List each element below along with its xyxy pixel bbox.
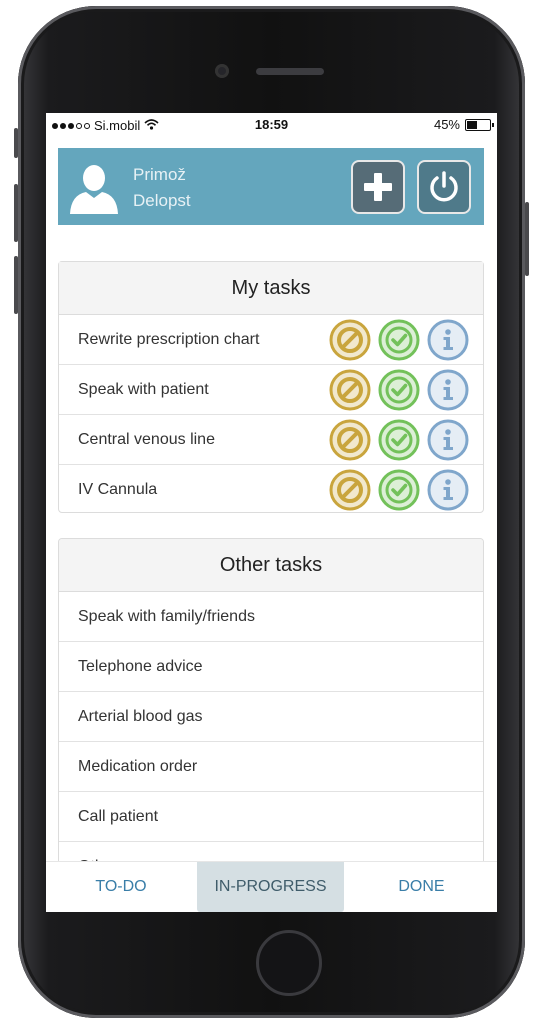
user-last-name: Delopst: [133, 191, 191, 210]
task-actions: [329, 369, 469, 416]
tab-bar: TO-DO IN-PROGRESS DONE: [46, 861, 497, 912]
add-task-button[interactable]: [351, 160, 405, 214]
tab-done[interactable]: DONE: [346, 862, 497, 912]
user-header: Primož Delopst: [58, 148, 484, 225]
task-actions: [329, 469, 469, 516]
home-button[interactable]: [256, 930, 322, 996]
my-tasks-panel: My tasks Rewrite prescription chart Spea…: [58, 261, 484, 513]
task-label: Medication order: [78, 757, 198, 775]
power-side-button: [525, 202, 529, 276]
task-label: IV Cannula: [78, 480, 158, 498]
status-bar: Si.mobil 18:59 45%: [46, 113, 497, 137]
task-actions: [329, 419, 469, 466]
task-label: Arterial blood gas: [78, 707, 203, 725]
my-task-row[interactable]: Speak with patient: [59, 365, 483, 415]
user-first-name: Primož: [133, 165, 186, 184]
my-tasks-title: My tasks: [59, 262, 483, 315]
battery-info: 45%: [433, 117, 494, 132]
check-icon[interactable]: [378, 419, 420, 466]
other-task-row[interactable]: Call patient: [59, 792, 483, 842]
my-task-row[interactable]: Central venous line: [59, 415, 483, 465]
check-icon[interactable]: [378, 319, 420, 366]
user-avatar-icon: [68, 162, 120, 214]
task-label: Speak with family/friends: [78, 607, 255, 625]
mute-switch: [14, 128, 18, 158]
info-icon[interactable]: [427, 369, 469, 416]
logout-button[interactable]: [417, 160, 471, 214]
battery-percent: 45%: [433, 117, 460, 132]
volume-down-button: [14, 256, 18, 314]
other-task-row[interactable]: Arterial blood gas: [59, 692, 483, 742]
other-task-row[interactable]: Speak with family/friends: [59, 592, 483, 642]
task-label: Rewrite prescription chart: [78, 330, 260, 348]
other-tasks-title: Other tasks: [59, 539, 483, 592]
check-icon[interactable]: [378, 369, 420, 416]
cancel-icon[interactable]: [329, 469, 371, 516]
screen: Si.mobil 18:59 45% Primož Delopst My tas…: [46, 113, 497, 912]
task-label: Central venous line: [78, 430, 215, 448]
tab-todo[interactable]: TO-DO: [46, 862, 196, 912]
my-task-row[interactable]: IV Cannula: [59, 465, 483, 514]
info-icon[interactable]: [427, 469, 469, 516]
volume-up-button: [14, 184, 18, 242]
other-task-row[interactable]: Telephone advice: [59, 642, 483, 692]
plus-icon: [364, 173, 392, 201]
task-label: Speak with patient: [78, 380, 209, 398]
my-task-row[interactable]: Rewrite prescription chart: [59, 315, 483, 365]
info-icon[interactable]: [427, 419, 469, 466]
task-label: Telephone advice: [78, 657, 203, 675]
power-icon: [430, 171, 458, 202]
front-camera: [215, 64, 229, 78]
task-label: Call patient: [78, 807, 159, 825]
tab-in-progress[interactable]: IN-PROGRESS: [197, 862, 344, 912]
cancel-icon[interactable]: [329, 319, 371, 366]
info-icon[interactable]: [427, 319, 469, 366]
battery-icon: [465, 118, 494, 131]
earpiece: [256, 68, 324, 75]
cancel-icon[interactable]: [329, 419, 371, 466]
clock: 18:59: [254, 117, 289, 132]
cancel-icon[interactable]: [329, 369, 371, 416]
task-actions: [329, 319, 469, 366]
other-tasks-panel: Other tasks Speak with family/friends Tel…: [58, 538, 484, 898]
other-task-row[interactable]: Medication order: [59, 742, 483, 792]
check-icon[interactable]: [378, 469, 420, 516]
